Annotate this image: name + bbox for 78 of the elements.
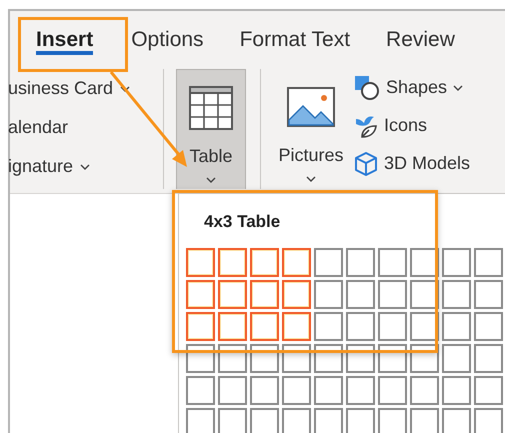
- table-grid-cell[interactable]: [378, 376, 407, 405]
- table-grid-cell[interactable]: [346, 376, 375, 405]
- table-grid-cell[interactable]: [346, 344, 375, 373]
- table-grid-cell[interactable]: [218, 344, 247, 373]
- table-grid-cell[interactable]: [410, 312, 439, 341]
- shapes-button[interactable]: Shapes: [354, 75, 470, 100]
- table-grid-cell[interactable]: [250, 408, 279, 433]
- table-grid-cell[interactable]: [282, 408, 311, 433]
- ribbon-tab[interactable]: Options: [131, 11, 204, 55]
- grid-size-label: 4x3 Table: [204, 212, 280, 232]
- table-grid-cell[interactable]: [314, 312, 343, 341]
- table-grid-cell[interactable]: [218, 280, 247, 309]
- table-grid-cell[interactable]: [474, 408, 503, 433]
- table-grid-cell[interactable]: [218, 376, 247, 405]
- table-grid-cell[interactable]: [282, 376, 311, 405]
- table-grid-cell[interactable]: [378, 312, 407, 341]
- table-grid-cell[interactable]: [410, 376, 439, 405]
- table-grid-cell[interactable]: [442, 344, 471, 373]
- table-grid-cell[interactable]: [314, 280, 343, 309]
- table-grid-cell[interactable]: [346, 312, 375, 341]
- table-grid-cell[interactable]: [218, 312, 247, 341]
- caret-icon: [206, 177, 216, 183]
- table-grid-cell[interactable]: [250, 344, 279, 373]
- ribbon-tab[interactable]: Insert: [36, 11, 94, 55]
- table-grid-cell[interactable]: [474, 312, 503, 341]
- table-grid-cell[interactable]: [378, 248, 407, 277]
- table-grid-cell[interactable]: [442, 280, 471, 309]
- table-grid-cell[interactable]: [186, 408, 215, 433]
- table-grid-cell[interactable]: [282, 280, 311, 309]
- table-grid-cell[interactable]: [314, 248, 343, 277]
- ribbon-tab[interactable]: Format Text: [240, 11, 350, 55]
- table-grid-cell[interactable]: [186, 344, 215, 373]
- table-grid-cell[interactable]: [314, 376, 343, 405]
- caret-icon: [306, 176, 316, 182]
- table-grid-cell[interactable]: [186, 312, 215, 341]
- table-grid-cell[interactable]: [474, 280, 503, 309]
- cube-icon: [354, 150, 378, 176]
- table-icon: [188, 85, 234, 131]
- table-grid-cell[interactable]: [442, 408, 471, 433]
- pictures-button[interactable]: Pictures: [276, 69, 346, 189]
- table-grid-cell[interactable]: [250, 248, 279, 277]
- table-grid-cell[interactable]: [474, 376, 503, 405]
- table-grid-cell[interactable]: [346, 408, 375, 433]
- table-grid-cell[interactable]: [218, 408, 247, 433]
- table-grid-cell[interactable]: [346, 280, 375, 309]
- table-grid-cell[interactable]: [186, 280, 215, 309]
- picture-icon: [287, 87, 335, 127]
- table-grid-cell[interactable]: [314, 408, 343, 433]
- table-grid-cell[interactable]: [474, 344, 503, 373]
- table-grid-cell[interactable]: [410, 248, 439, 277]
- table-grid-cell[interactable]: [474, 248, 503, 277]
- ribbon-menu-button[interactable]: ignature: [8, 155, 163, 178]
- shapes-icon: [354, 74, 380, 100]
- table-grid-cell[interactable]: [442, 248, 471, 277]
- ribbon-tab[interactable]: Review: [386, 11, 455, 55]
- table-grid-cell[interactable]: [250, 280, 279, 309]
- table-grid-cell[interactable]: [282, 312, 311, 341]
- ribbon-menu-button[interactable]: alendar: [8, 116, 163, 139]
- table-grid-cell[interactable]: [250, 312, 279, 341]
- icons-button[interactable]: Icons: [354, 113, 470, 138]
- table-grid-cell[interactable]: [250, 376, 279, 405]
- table-grid-cell[interactable]: [346, 248, 375, 277]
- table-grid-cell[interactable]: [186, 248, 215, 277]
- table-grid-cell[interactable]: [410, 280, 439, 309]
- table-grid-cell[interactable]: [282, 344, 311, 373]
- table-button[interactable]: Table: [176, 69, 246, 189]
- table-grid-cell[interactable]: [186, 376, 215, 405]
- ribbon-menu-button[interactable]: usiness Card: [8, 77, 163, 100]
- table-grid-cell[interactable]: [378, 280, 407, 309]
- table-grid-cell[interactable]: [378, 344, 407, 373]
- table-grid-cell[interactable]: [442, 312, 471, 341]
- table-grid-cell[interactable]: [378, 408, 407, 433]
- table-grid-cell[interactable]: [442, 376, 471, 405]
- table-grid-cell[interactable]: [218, 248, 247, 277]
- table-grid-cell[interactable]: [410, 408, 439, 433]
- table-grid-cell[interactable]: [282, 248, 311, 277]
- table-grid-cell[interactable]: [314, 344, 343, 373]
- cube-button[interactable]: 3D Models: [354, 151, 470, 176]
